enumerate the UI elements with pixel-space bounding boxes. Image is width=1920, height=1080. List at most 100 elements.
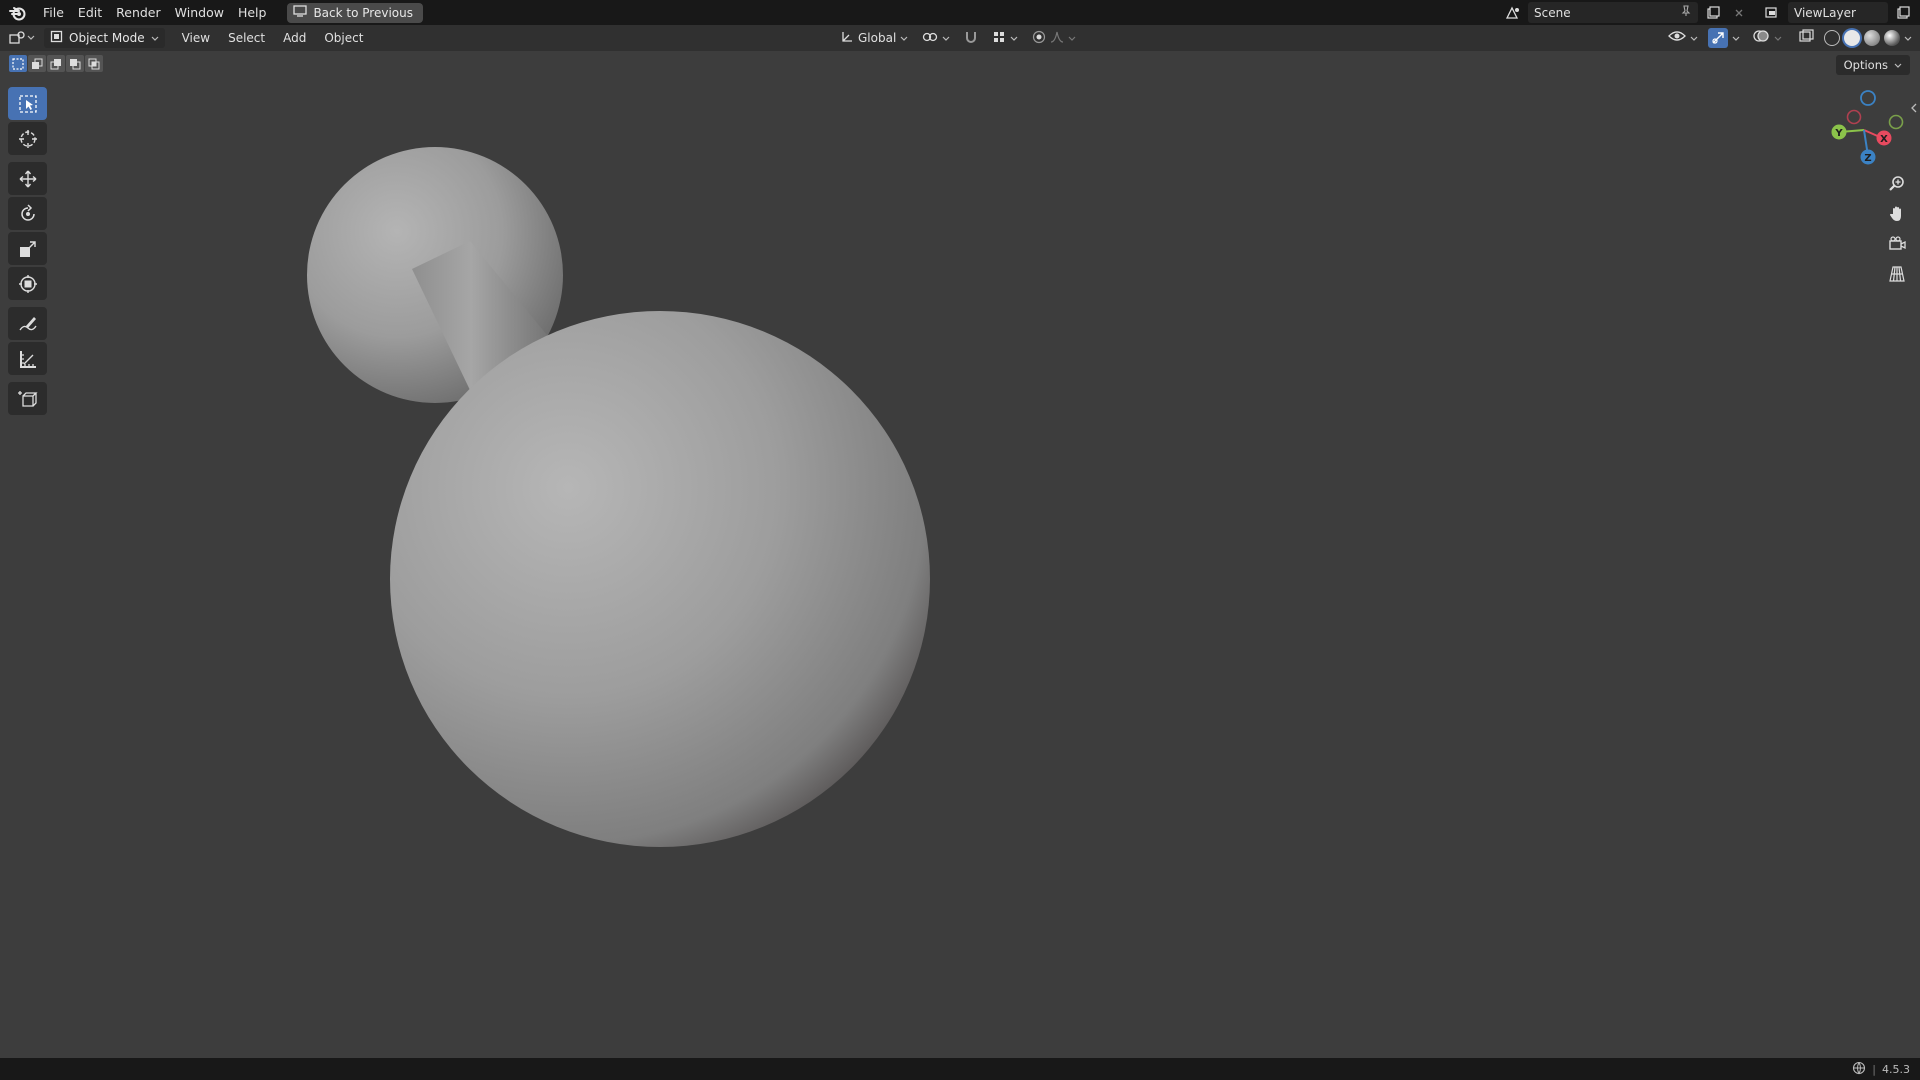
object-mode-label: Object Mode	[69, 31, 145, 45]
pivot-point-dropdown[interactable]	[918, 28, 954, 48]
tool-measure[interactable]	[8, 342, 47, 375]
view-layer-field[interactable]: ViewLayer	[1788, 2, 1888, 23]
network-globe-icon[interactable]	[1852, 1061, 1866, 1078]
chevron-down-icon[interactable]	[1732, 31, 1740, 46]
status-divider: |	[1872, 1062, 1876, 1076]
pivot-link-icon	[922, 30, 938, 47]
chevron-down-icon	[1010, 31, 1018, 45]
zoom-button[interactable]	[1883, 170, 1911, 198]
visibility-eye-icon[interactable]	[1668, 29, 1686, 47]
new-scene-icon[interactable]	[1702, 2, 1724, 23]
navigation-buttons	[1883, 170, 1911, 290]
cursor-icon	[18, 129, 37, 148]
neg-y-axis-handle[interactable]	[1888, 114, 1904, 130]
select-invert-button[interactable]	[66, 55, 84, 72]
tool-select-box[interactable]	[8, 87, 47, 120]
top-menu-bar: File Edit Render Window Help Back to Pre…	[0, 0, 1920, 25]
tool-scale[interactable]	[8, 232, 47, 265]
falloff-curve-icon[interactable]	[1050, 30, 1064, 47]
select-box-icon	[18, 94, 37, 113]
back-to-previous-button[interactable]: Back to Previous	[287, 2, 423, 23]
gizmo-toggle-icon[interactable]	[1708, 28, 1728, 48]
menu-view[interactable]: View	[173, 31, 219, 45]
back-screen-icon	[293, 5, 308, 20]
transform-orientation-dropdown[interactable]: Global	[836, 28, 912, 48]
tool-annotate[interactable]	[8, 307, 47, 340]
annotate-pencil-icon	[18, 316, 37, 330]
tool-transform[interactable]	[8, 267, 47, 300]
measure-ruler-icon	[19, 350, 36, 368]
dumbbell-mesh[interactable]	[307, 147, 930, 847]
x-axis-handle[interactable]: X	[1876, 130, 1892, 146]
view-layer-name: ViewLayer	[1794, 5, 1856, 20]
tool-rotate[interactable]	[8, 197, 47, 230]
magnet-icon	[964, 30, 978, 47]
tool-cursor[interactable]	[8, 122, 47, 155]
perspective-toggle-button[interactable]	[1883, 260, 1911, 288]
tool-add-cube[interactable]	[8, 382, 47, 415]
add-cube-icon	[17, 390, 38, 407]
zoom-magnifier-icon	[1889, 176, 1904, 191]
chevron-down-icon	[27, 35, 35, 40]
selection-mode-group	[9, 55, 103, 72]
chevron-down-icon[interactable]	[1690, 31, 1698, 46]
pin-icon[interactable]	[1680, 5, 1692, 20]
wireframe-shading-icon[interactable]	[1824, 30, 1840, 46]
chevron-down-icon	[1894, 58, 1902, 72]
chevron-down-icon	[1068, 31, 1076, 45]
chevron-down-icon[interactable]	[1774, 31, 1782, 46]
select-new-button[interactable]	[9, 55, 27, 72]
menu-select[interactable]: Select	[219, 31, 274, 45]
select-extend-button[interactable]	[28, 55, 46, 72]
perspective-grid-icon	[1889, 266, 1905, 282]
delete-scene-icon[interactable]	[1728, 2, 1750, 23]
camera-view-button[interactable]	[1883, 230, 1911, 258]
material-shading-icon[interactable]	[1864, 30, 1880, 46]
z-axis-handle[interactable]: Z	[1860, 149, 1876, 165]
proportional-editing-toggle[interactable]	[1028, 28, 1080, 48]
y-axis-handle[interactable]: Y	[1831, 124, 1847, 140]
viewport-3d-scene[interactable]	[0, 51, 1920, 1058]
menu-edit[interactable]: Edit	[71, 0, 109, 25]
pan-button[interactable]	[1883, 200, 1911, 228]
menu-help[interactable]: Help	[231, 0, 274, 25]
select-intersect-button[interactable]	[85, 55, 103, 72]
scene-selector-icon[interactable]	[1502, 2, 1524, 23]
rotate-icon	[20, 203, 35, 221]
neg-z-axis-handle[interactable]	[1860, 90, 1876, 106]
menu-file[interactable]: File	[36, 0, 71, 25]
object-mode-dropdown[interactable]: Object Mode	[44, 28, 165, 48]
solid-shading-icon[interactable]	[1844, 30, 1860, 46]
chevron-down-icon[interactable]	[1904, 31, 1912, 46]
snap-target-dropdown[interactable]	[988, 28, 1022, 48]
svg-text:X: X	[1880, 134, 1888, 145]
status-bar: | 4.5.3	[0, 1058, 1920, 1080]
options-dropdown[interactable]: Options	[1835, 55, 1910, 75]
menu-render[interactable]: Render	[109, 0, 168, 25]
scene-field[interactable]: Scene	[1528, 2, 1698, 23]
large-sphere[interactable]	[390, 311, 930, 847]
blender-logo-icon[interactable]	[0, 0, 36, 25]
select-subtract-button[interactable]	[47, 55, 65, 72]
hand-icon	[1890, 206, 1901, 221]
camera-icon	[1889, 236, 1906, 250]
chevron-down-icon	[942, 31, 950, 45]
editor-type-button[interactable]	[0, 25, 44, 51]
new-view-layer-icon[interactable]	[1892, 2, 1914, 23]
navigation-gizmo[interactable]: Y X Z	[1818, 84, 1908, 174]
view-layer-selector-icon[interactable]	[1762, 2, 1784, 23]
overlays-icon[interactable]	[1752, 29, 1770, 47]
snap-toggle[interactable]	[960, 28, 982, 48]
tool-move[interactable]	[8, 162, 47, 195]
neg-x-axis-handle[interactable]	[1846, 109, 1862, 125]
back-to-previous-label: Back to Previous	[313, 5, 413, 20]
xray-toggle-icon[interactable]	[1798, 29, 1814, 47]
orientation-axes-icon	[840, 30, 854, 47]
sidebar-toggle-chevron-icon[interactable]	[1910, 102, 1918, 117]
svg-text:Y: Y	[1834, 128, 1843, 139]
menu-window[interactable]: Window	[168, 0, 231, 25]
rendered-shading-icon[interactable]	[1884, 30, 1900, 46]
menu-add[interactable]: Add	[274, 31, 315, 45]
chevron-down-icon	[900, 31, 908, 45]
menu-object[interactable]: Object	[315, 31, 372, 45]
